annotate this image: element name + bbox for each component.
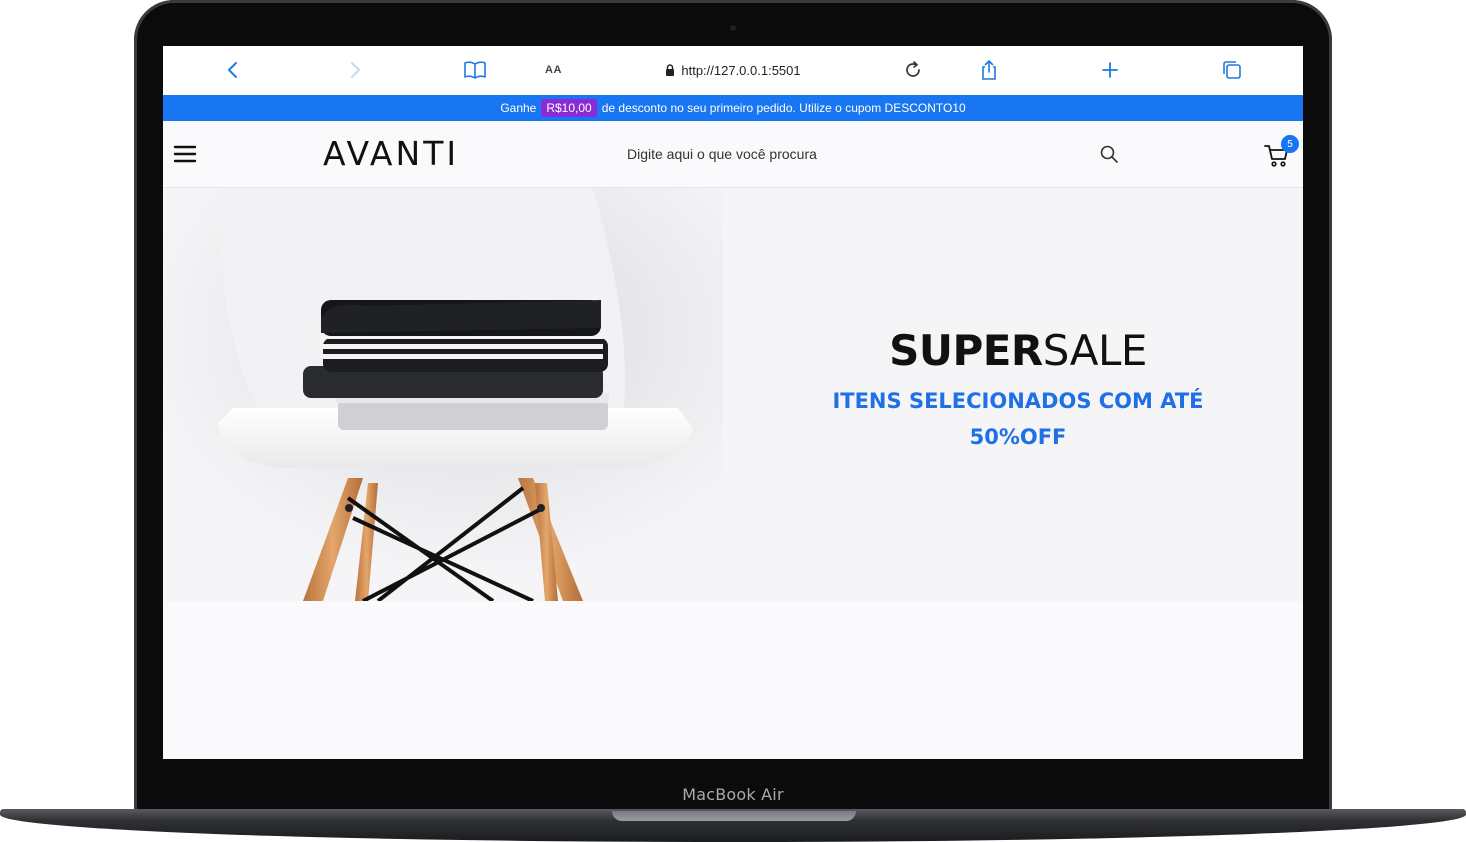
search-input[interactable]	[603, 145, 1099, 163]
hero-subtitle-line2: 50%OFF	[969, 424, 1067, 449]
tabs-icon[interactable]	[1220, 58, 1244, 82]
hero-banner[interactable]: SUPERSALE ITENS SELECIONADOS COM ATÉ 50%…	[163, 188, 1303, 601]
browser-toolbar: AA http://127.0.0.1:5501	[163, 46, 1303, 96]
hero-title-bold: SUPER	[889, 326, 1043, 375]
search-icon[interactable]	[1098, 143, 1120, 165]
url-text: http://127.0.0.1:5501	[681, 62, 801, 78]
reader-button[interactable]: AA	[545, 64, 562, 76]
hero-title-light: SALE	[1042, 326, 1148, 375]
reload-icon[interactable]	[901, 58, 925, 82]
plus-icon[interactable]	[1098, 58, 1122, 82]
cart-count-badge: 5	[1281, 135, 1299, 153]
hero-title: SUPERSALE	[803, 326, 1233, 375]
promo-amount-badge: R$10,00	[541, 99, 597, 117]
site-header: AVANTI 5	[163, 121, 1303, 188]
hero-subtitle: ITENS SELECIONADOS COM ATÉ 50%OFF	[803, 384, 1233, 455]
device-model-label: MacBook Air	[682, 785, 784, 804]
site-logo[interactable]: AVANTI	[323, 134, 459, 173]
address-bar[interactable]: http://127.0.0.1:5501	[568, 56, 898, 84]
hero-image	[163, 188, 723, 601]
search-field[interactable]	[603, 139, 1133, 169]
webcam	[730, 25, 736, 31]
lock-icon	[665, 64, 675, 76]
hamburger-menu-icon[interactable]	[173, 143, 197, 165]
promo-prefix: Ganhe	[500, 101, 537, 115]
hinge-notch	[612, 811, 856, 821]
chevron-right-icon[interactable]	[343, 58, 367, 82]
promo-suffix: de desconto no seu primeiro pedido. Util…	[601, 101, 966, 115]
screen: AA http://127.0.0.1:5501 Ganhe R$10,00 d…	[163, 46, 1303, 759]
chevron-left-icon[interactable]	[221, 58, 245, 82]
book-icon[interactable]	[463, 58, 487, 82]
promo-bar: Ganhe R$10,00 de desconto no seu primeir…	[163, 95, 1303, 121]
share-icon[interactable]	[977, 58, 1001, 82]
hero-text: SUPERSALE ITENS SELECIONADOS COM ATÉ 50%…	[803, 326, 1233, 456]
hero-subtitle-line1: ITENS SELECIONADOS COM ATÉ	[832, 389, 1204, 414]
